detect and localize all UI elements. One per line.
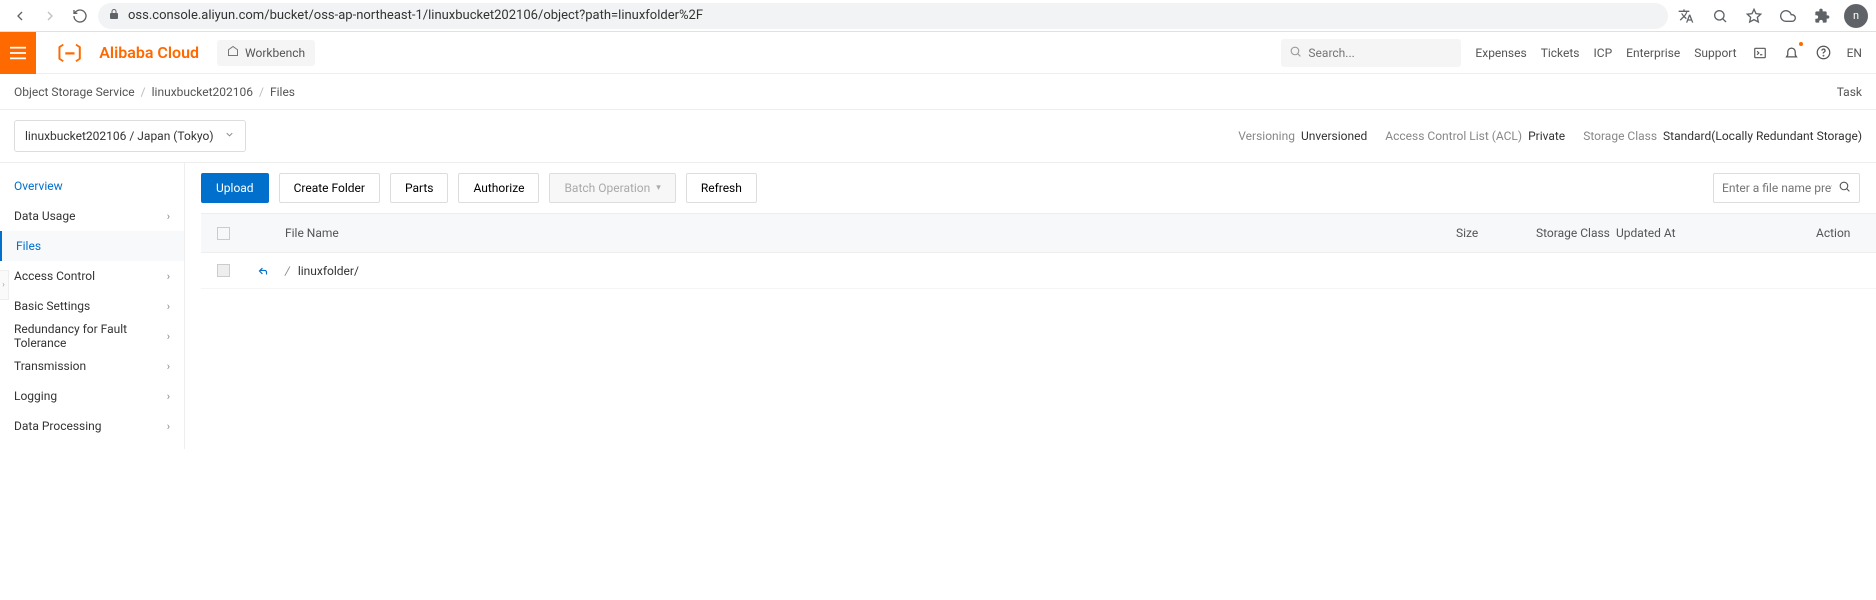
crumb-bucket[interactable]: linuxbucket202106 (152, 85, 253, 99)
forward-icon[interactable] (38, 4, 62, 28)
col-updated-at: Updated At (1616, 226, 1816, 240)
storage-class-label: Storage Class (1583, 129, 1657, 143)
sidebar-item-data-processing[interactable]: Data Processing› (0, 411, 184, 441)
search-icon (1289, 45, 1302, 61)
storage-class-value: Standard(Locally Redundant Storage) (1663, 129, 1862, 143)
bucket-info: Versioning Unversioned Access Control Lis… (1238, 129, 1862, 143)
sidebar-item-redundancy[interactable]: Redundancy for Fault Tolerance› (0, 321, 184, 351)
back-icon[interactable] (8, 4, 32, 28)
home-icon (227, 45, 239, 60)
chevron-right-icon: › (167, 270, 170, 283)
sidebar-item-data-usage[interactable]: Data Usage› (0, 201, 184, 231)
help-icon[interactable] (1815, 44, 1833, 62)
top-links: Expenses Tickets ICP Enterprise Support … (1461, 44, 1876, 62)
chevron-right-icon: › (167, 390, 170, 403)
authorize-button[interactable]: Authorize (458, 173, 539, 203)
chevron-right-icon: › (167, 330, 170, 343)
chevron-right-icon: › (167, 420, 170, 433)
chevron-right-icon: › (167, 300, 170, 313)
lock-icon (108, 8, 120, 24)
file-prefix-input[interactable] (1722, 181, 1832, 195)
global-search[interactable] (1281, 39, 1461, 67)
upload-button[interactable]: Upload (201, 173, 269, 203)
link-tickets[interactable]: Tickets (1541, 46, 1580, 60)
create-folder-button[interactable]: Create Folder (279, 173, 380, 203)
expand-handle[interactable]: › (0, 270, 9, 300)
versioning-label: Versioning (1238, 129, 1295, 143)
zoom-icon[interactable] (1708, 4, 1732, 28)
brand-bracket-icon: 〔–〕 (46, 40, 93, 66)
chevron-right-icon: › (167, 360, 170, 373)
breadcrumb-row: Object Storage Service / linuxbucket2021… (0, 74, 1876, 110)
chevron-down-icon (224, 129, 235, 143)
parts-button[interactable]: Parts (390, 173, 449, 203)
col-action: Action (1816, 226, 1876, 240)
select-all-checkbox[interactable] (217, 227, 230, 240)
task-link[interactable]: Task (1837, 85, 1862, 99)
workbench-label: Workbench (245, 46, 305, 60)
parent-folder-icon[interactable] (245, 264, 281, 278)
link-support[interactable]: Support (1694, 46, 1736, 60)
selector-row: linuxbucket202106 / Japan (Tokyo) Versio… (0, 110, 1876, 163)
file-table: File Name Size Storage Class Updated At … (201, 213, 1876, 289)
bell-icon[interactable] (1783, 44, 1801, 62)
refresh-button[interactable]: Refresh (686, 173, 757, 203)
sidebar-item-basic-settings[interactable]: Basic Settings› (0, 291, 184, 321)
table-row: / linuxfolder/ (201, 253, 1876, 289)
sidebar-item-files[interactable]: Files (0, 231, 184, 261)
file-toolbar: Upload Create Folder Parts Authorize Bat… (201, 173, 1876, 203)
acl-value: Private (1528, 129, 1565, 143)
search-icon (1838, 180, 1851, 196)
search-input[interactable] (1308, 46, 1453, 60)
row-checkbox[interactable] (217, 264, 230, 277)
address-bar[interactable]: oss.console.aliyun.com/bucket/oss-ap-nor… (98, 3, 1668, 29)
breadcrumb: Object Storage Service / linuxbucket2021… (14, 85, 295, 99)
shell-icon[interactable] (1751, 44, 1769, 62)
col-size: Size (1456, 226, 1536, 240)
brand-logo[interactable]: 〔–〕 Alibaba Cloud (36, 40, 209, 66)
app-header: 〔–〕 Alibaba Cloud Workbench Expenses Tic… (0, 32, 1876, 74)
versioning-value: Unversioned (1301, 129, 1367, 143)
profile-avatar[interactable]: n (1844, 4, 1868, 28)
table-header: File Name Size Storage Class Updated At … (201, 213, 1876, 253)
lang-indicator[interactable]: EN (1847, 46, 1862, 60)
content: Upload Create Folder Parts Authorize Bat… (185, 163, 1876, 449)
col-storage-class: Storage Class (1536, 226, 1616, 240)
browser-extensions: n (1674, 4, 1868, 28)
sidebar-item-access-control[interactable]: Access Control› (0, 261, 184, 291)
chevron-right-icon: › (167, 210, 170, 223)
brand-text: Alibaba Cloud (99, 43, 199, 62)
sidebar-item-overview[interactable]: Overview (0, 171, 184, 201)
file-prefix-search[interactable] (1713, 173, 1860, 203)
cloud-ext-icon[interactable] (1776, 4, 1800, 28)
link-expenses[interactable]: Expenses (1475, 46, 1526, 60)
crumb-root[interactable]: Object Storage Service (14, 85, 135, 99)
browser-chrome: oss.console.aliyun.com/bucket/oss-ap-nor… (0, 0, 1876, 32)
sidebar: Overview Data Usage› Files Access Contro… (0, 163, 185, 449)
link-enterprise[interactable]: Enterprise (1626, 46, 1680, 60)
col-file-name: File Name (281, 226, 1456, 240)
sidebar-item-logging[interactable]: Logging› (0, 381, 184, 411)
batch-operation-button: Batch Operation▾ (549, 173, 675, 203)
crumb-current: Files (270, 85, 295, 99)
chevron-down-icon: ▾ (656, 183, 661, 193)
url-text: oss.console.aliyun.com/bucket/oss-ap-nor… (128, 8, 703, 23)
puzzle-icon[interactable] (1810, 4, 1834, 28)
sidebar-item-transmission[interactable]: Transmission› (0, 351, 184, 381)
link-icp[interactable]: ICP (1594, 46, 1613, 60)
reload-icon[interactable] (68, 4, 92, 28)
workbench-button[interactable]: Workbench (217, 40, 315, 66)
main-area: › Overview Data Usage› Files Access Cont… (0, 163, 1876, 449)
bucket-selector-label: linuxbucket202106 / Japan (Tokyo) (25, 129, 214, 143)
translate-icon[interactable] (1674, 4, 1698, 28)
file-name-text: linuxfolder/ (298, 264, 359, 278)
file-name-cell[interactable]: / linuxfolder/ (281, 264, 1456, 278)
star-icon[interactable] (1742, 4, 1766, 28)
folder-prefix-icon: / (285, 264, 290, 278)
menu-toggle[interactable] (0, 32, 36, 74)
acl-label: Access Control List (ACL) (1385, 129, 1522, 143)
bucket-selector[interactable]: linuxbucket202106 / Japan (Tokyo) (14, 120, 246, 152)
